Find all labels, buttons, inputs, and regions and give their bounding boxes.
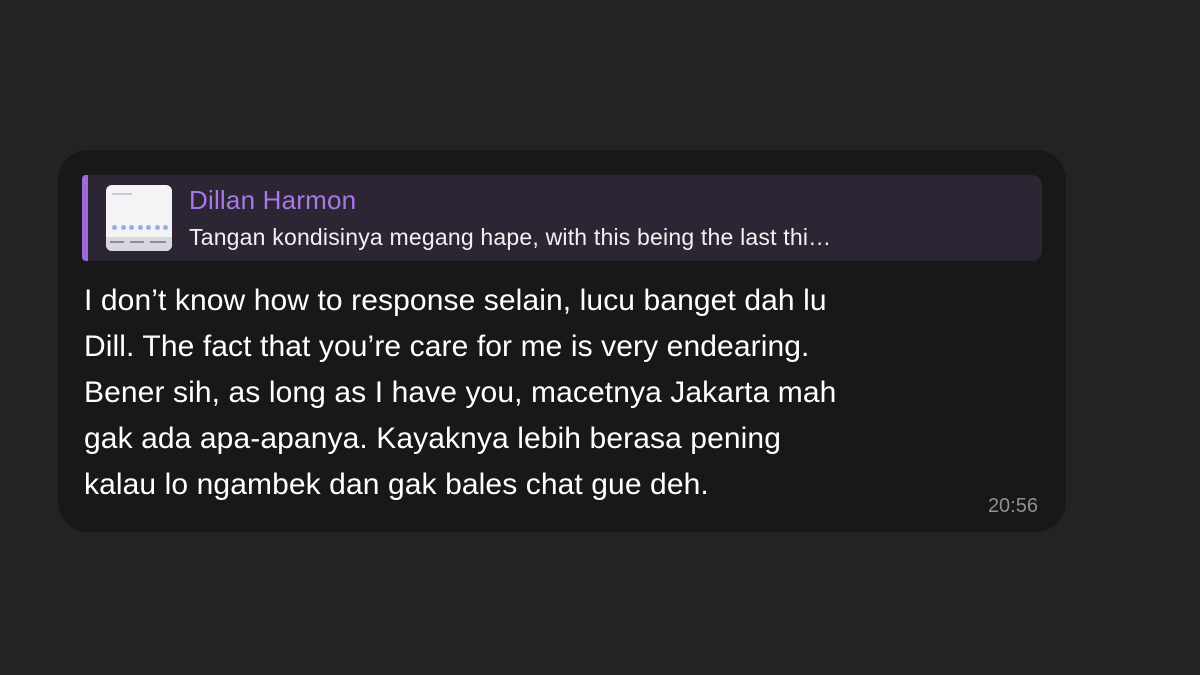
reply-accent-bar <box>82 175 88 261</box>
message-line: kalau lo ngambek dan gak bales chat gue … <box>84 468 709 501</box>
message-line: Bener sih, as long as I have you, macetn… <box>84 376 837 409</box>
reply-thumbnail <box>106 185 172 251</box>
message-line: gak ada apa-apanya. Kayaknya lebih beras… <box>84 422 781 455</box>
reply-sender-name: Dillan Harmon <box>189 185 357 215</box>
keyboard-screenshot-thumbnail <box>106 237 172 251</box>
message-timestamp: 20:56 <box>987 495 1038 517</box>
reply-preview-text: Tangan kondisinya megang hape, with this… <box>189 224 832 250</box>
message-text: I don’t know how to response selain, luc… <box>84 278 1024 508</box>
message-bubble[interactable]: Dillan Harmon Tangan kondisinya megang h… <box>58 150 1066 532</box>
thumbnail-decor <box>112 225 168 231</box>
message-line: Dill. The fact that you’re care for me i… <box>84 330 810 363</box>
thumbnail-decor <box>112 193 132 195</box>
message-line: I don’t know how to response selain, luc… <box>84 284 827 317</box>
reply-quote[interactable]: Dillan Harmon Tangan kondisinya megang h… <box>82 175 1042 261</box>
